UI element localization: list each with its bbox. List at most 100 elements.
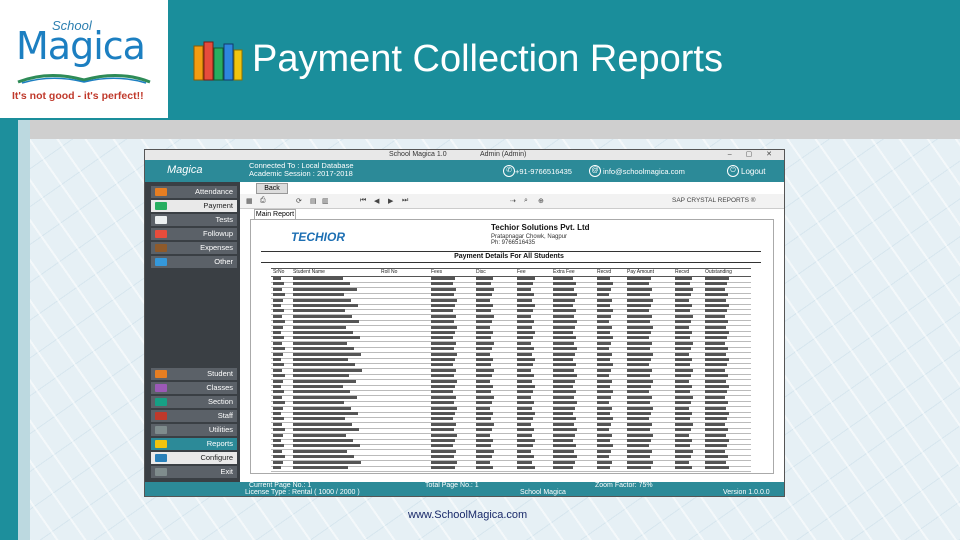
refresh-icon[interactable]: ⟳ [296,197,302,205]
table-cell [273,460,283,464]
table-cell [675,368,693,372]
table-cell [705,449,725,453]
table-cell [293,325,346,329]
connection-info: Connected To : Local Database Academic S… [249,162,354,178]
report-toolbar: ▦ ⎙ ⟳ ▤ ▥ ⏮ ◀ ▶ ⏭ ⇢ ⌕ ⊕ SAP CRYSTAL REPO… [240,194,784,209]
table-cell [675,293,691,297]
sidebar-item-tests[interactable]: Tests [151,214,237,226]
table-cell [627,417,649,421]
table-cell [627,428,650,432]
prev-page-icon[interactable]: ◀ [374,197,379,205]
sidebar-item-payment[interactable]: Payment [151,200,237,212]
logout-button[interactable]: Logout [741,167,765,176]
table-cell [597,412,610,415]
find-icon[interactable]: ⌕ [524,197,528,205]
website-url[interactable]: www.SchoolMagica.com [408,509,527,521]
table-cell [675,379,689,383]
table-cell [705,352,726,356]
sidebar-item-exit[interactable]: Exit [151,466,237,478]
table-cell [273,444,284,448]
total-page: Total Page No.: 1 [425,482,479,489]
sidebar-item-staff[interactable]: Staff [151,410,237,422]
utilities-icon [155,426,167,434]
table-cell [553,385,573,388]
table-cell [431,433,457,437]
table-cell [675,385,692,388]
table-cell [476,455,492,459]
table-cell [627,282,649,286]
table-cell [627,298,653,302]
back-button[interactable]: Back [256,183,288,194]
sidebar-item-followup[interactable]: Followup [151,228,237,240]
print-icon[interactable]: ⎙ [260,197,266,205]
table-cell [627,341,652,345]
goto-page-icon[interactable]: ⇢ [510,197,516,205]
sidebar-item-label: Reports [206,439,233,448]
table-cell [627,304,651,307]
logout-icon[interactable]: ⏻ [727,165,739,177]
followup-icon [155,230,167,238]
table-cell [597,325,612,329]
table-cell [553,336,576,340]
table-cell [553,331,573,334]
table-cell [675,304,692,307]
table-cell [431,412,455,415]
table-cell [273,390,284,394]
table-cell [705,439,729,442]
table-cell [553,449,574,453]
table-cell [273,325,283,329]
sidebar-item-student[interactable]: Student [151,368,237,380]
table-cell [597,347,609,351]
table-cell [517,309,533,313]
table-cell [627,455,650,459]
sidebar-item-attendance[interactable]: Attendance [151,186,237,198]
classes-icon [155,384,167,392]
table-cell [705,347,728,351]
sidebar-item-label: Utilities [208,425,233,434]
table-cell [517,374,534,378]
window-buttons[interactable]: – ▢ ✕ [728,150,778,158]
table-cell [431,368,456,372]
table-cell [431,282,453,286]
current-page: Current Page No.: 1 [249,482,312,489]
table-cell [675,320,691,324]
table-cell [553,282,576,286]
reports-icon [155,440,167,448]
export-icon[interactable]: ▦ [246,197,253,205]
sidebar-item-other[interactable]: Other [151,256,237,268]
table-cell [597,444,613,448]
table-cell [705,417,727,421]
table-cell [273,287,282,291]
param-icon[interactable]: ▥ [322,197,329,205]
configure-icon [155,454,167,462]
table-cell [476,439,493,442]
zoom-icon[interactable]: ⊕ [538,197,544,205]
table-body [271,277,751,473]
staff-icon [155,412,167,420]
sidebar-item-expenses[interactable]: Expenses [151,242,237,254]
table-cell [273,428,285,432]
table-cell [293,466,348,469]
sidebar-item-utilities[interactable]: Utilities [151,424,237,436]
column-header: Outstanding [705,269,732,275]
company-phone: Ph: 9766516435 [491,240,536,246]
first-page-icon[interactable]: ⏮ [360,197,366,205]
last-page-icon[interactable]: ⏭ [402,197,408,205]
table-cell [597,282,613,286]
column-header: Fee [517,269,526,275]
sidebar-item-classes[interactable]: Classes [151,382,237,394]
divider-line [261,262,761,263]
table-cell [597,287,611,291]
next-page-icon[interactable]: ▶ [388,197,393,205]
table-cell [705,455,728,459]
column-header: Extra Fee [553,269,575,275]
table-cell [627,466,651,469]
table-cell [705,374,728,378]
group-tree-icon[interactable]: ▤ [310,197,317,205]
table-cell [627,314,652,318]
sidebar-item-section[interactable]: Section [151,396,237,408]
table-cell [517,341,531,345]
sidebar-item-configure[interactable]: Configure [151,452,237,464]
sidebar-item-reports[interactable]: Reports [151,438,237,450]
table-cell [273,406,283,410]
